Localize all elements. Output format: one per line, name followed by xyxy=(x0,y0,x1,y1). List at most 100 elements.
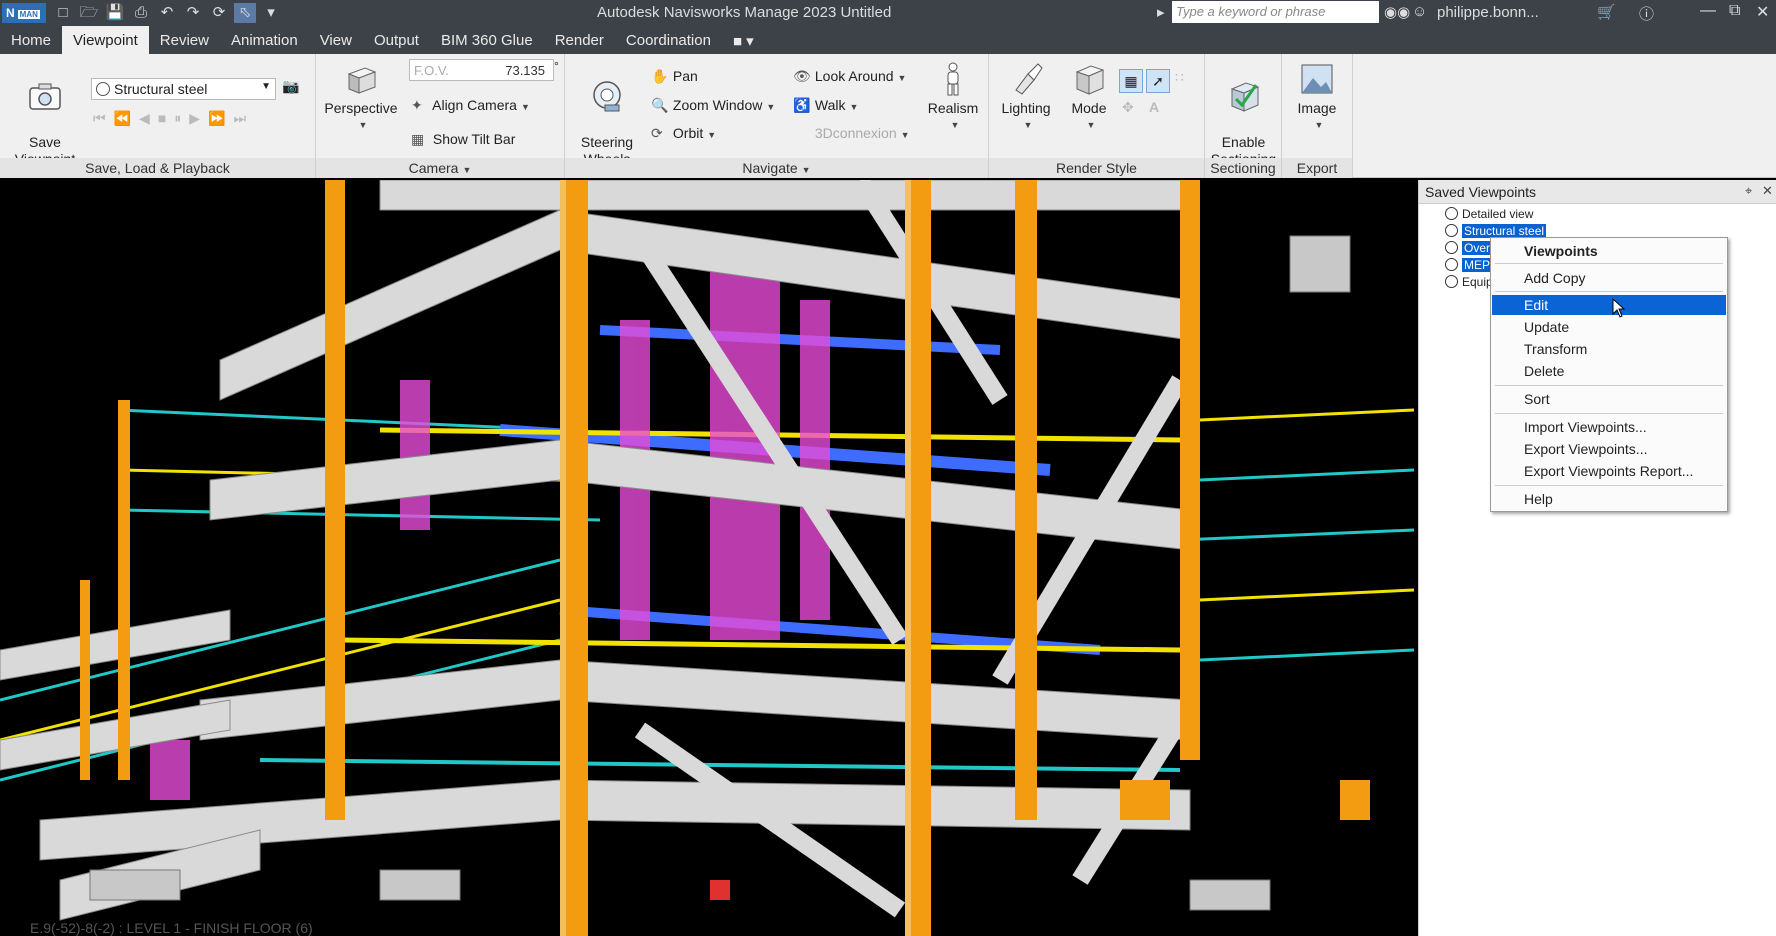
playback-controls: ⏮ ⏪ ◀ ■ ⏸ ▶ ⏩ ⏭ xyxy=(93,110,246,127)
3dconnexion-button[interactable]: 3Dconnexion ▼ xyxy=(793,125,910,141)
stop-icon[interactable]: ■ xyxy=(158,110,166,127)
save-icon[interactable]: 💾 xyxy=(104,3,126,23)
sectioning-icon xyxy=(1230,82,1259,112)
zoom-window-button[interactable]: 🔍 Zoom Window ▼ xyxy=(651,97,775,114)
select-cursor-icon[interactable]: ⬁ xyxy=(234,3,256,23)
menu-item-help[interactable]: Help xyxy=(1492,489,1726,509)
user-name[interactable]: philippe.bonn... xyxy=(1437,4,1539,21)
viewpoint-item-overall[interactable]: Over xyxy=(1445,241,1493,255)
open-folder-icon[interactable]: 🗁 xyxy=(78,3,100,23)
align-camera-button[interactable]: ✦ Align Camera ▼ xyxy=(411,97,530,114)
snap-points-icon[interactable]: ✥ xyxy=(1122,99,1134,116)
panel-title-camera[interactable]: Camera ▼ xyxy=(316,158,564,178)
tab-render[interactable]: Render xyxy=(544,26,615,54)
panel-title-navigate[interactable]: Navigate ▼ xyxy=(565,158,988,178)
menu-item-delete[interactable]: Delete xyxy=(1492,361,1726,381)
print-icon[interactable]: ⎙ xyxy=(130,3,152,23)
current-viewpoint-value: Structural steel xyxy=(114,81,208,97)
tab-home[interactable]: Home xyxy=(0,26,62,54)
pin-icon[interactable]: ⌖ xyxy=(1745,183,1752,199)
render-points-icon[interactable]: ∷ xyxy=(1175,69,1184,86)
app-logo[interactable]: N MAN xyxy=(2,3,46,23)
panel-sectioning: Enable Sectioning Sectioning xyxy=(1205,54,1282,178)
viewpoint-item-detailed-view[interactable]: Detailed view xyxy=(1445,207,1533,221)
walk-button[interactable]: ♿ Walk ▼ xyxy=(793,97,858,114)
minimize-icon[interactable]: — xyxy=(1700,2,1716,20)
play-icon[interactable]: ▶ xyxy=(189,110,200,127)
mode-button[interactable]: Mode ▼ xyxy=(1063,62,1115,134)
3d-viewport[interactable]: E.9(-52)-8(-2) : LEVEL 1 - FINISH FLOOR … xyxy=(0,180,1414,936)
render-line-icon[interactable]: ➚ xyxy=(1146,69,1170,93)
steering-wheel-icon xyxy=(593,81,621,112)
user-icon[interactable]: ☺ xyxy=(1412,3,1427,20)
menu-item-export-viewpoints[interactable]: Export Viewpoints... xyxy=(1492,439,1726,459)
realism-dropdown-icon: ▼ xyxy=(950,120,960,130)
viewpoint-label: Over xyxy=(1462,241,1493,255)
align-camera-label: Align Camera xyxy=(432,97,517,113)
tab-animation[interactable]: Animation xyxy=(220,26,309,54)
restore-icon[interactable]: ⧉ xyxy=(1729,2,1740,20)
viewpoint-item-structural-steel[interactable]: Structural steel xyxy=(1445,224,1547,238)
tilt-bar-icon: ▦ xyxy=(411,131,425,147)
menu-item-export-viewpoints-report[interactable]: Export Viewpoints Report... xyxy=(1492,461,1726,481)
new-file-icon[interactable]: □ xyxy=(52,3,74,23)
chevron-right-icon[interactable]: ▸ xyxy=(1157,3,1165,21)
refresh-icon[interactable]: ⟳ xyxy=(208,3,230,23)
context-menu-header: Viewpoints xyxy=(1524,243,1598,259)
enable-sectioning-button[interactable]: Enable Sectioning xyxy=(1207,62,1280,168)
last-frame-icon[interactable]: ⏭ xyxy=(234,110,247,127)
menu-item-transform[interactable]: Transform xyxy=(1492,339,1726,359)
render-full-icon[interactable]: ▦ xyxy=(1119,69,1143,93)
redo-icon[interactable]: ↷ xyxy=(182,3,204,23)
qat-customize-icon[interactable]: ▾ xyxy=(260,3,282,23)
tab-coordination[interactable]: Coordination xyxy=(615,26,722,54)
text-render-icon[interactable]: A xyxy=(1149,99,1159,115)
step-back-icon[interactable]: ⏪ xyxy=(114,110,131,127)
orbit-button[interactable]: ⟳ Orbit ▼ xyxy=(651,125,716,142)
cart-icon[interactable]: 🛒 xyxy=(1597,3,1616,21)
panel-title-sectioning: Sectioning xyxy=(1205,158,1281,178)
panel-camera: Perspective ▼ F.O.V. 73.135 ° ✦ Align Ca… xyxy=(316,54,565,178)
search-input[interactable]: Type a keyword or phrase xyxy=(1172,1,1379,23)
look-around-button[interactable]: 👁 Look Around ▼ xyxy=(793,68,906,85)
manage-viewpoints-icon[interactable]: 📷 xyxy=(282,78,299,95)
menu-item-update[interactable]: Update xyxy=(1492,317,1726,337)
viewpoint-item-mep[interactable]: MEP xyxy=(1445,258,1493,272)
tab-view[interactable]: View xyxy=(309,26,363,54)
image-label: Image xyxy=(1297,100,1337,116)
first-frame-icon[interactable]: ⏮ xyxy=(93,110,106,127)
binoculars-icon[interactable]: ◉◉ xyxy=(1384,3,1410,21)
play-reverse-icon[interactable]: ◀ xyxy=(139,110,150,127)
save-viewpoint-button[interactable]: Save Viewpoint xyxy=(6,62,84,168)
perspective-button[interactable]: Perspective ▼ xyxy=(324,62,398,134)
app-logo-letter: N xyxy=(6,6,15,20)
pan-button[interactable]: ✋ Pan xyxy=(651,68,698,85)
tab-extra-icon[interactable]: ■ ▾ xyxy=(722,26,765,54)
close-icon[interactable]: ✕ xyxy=(1756,2,1769,22)
viewpoint-item-equipment[interactable]: Equip xyxy=(1445,275,1493,289)
current-viewpoint-select[interactable]: Structural steel ▼ xyxy=(91,78,276,100)
panel-close-icon[interactable]: ✕ xyxy=(1762,183,1773,199)
step-forward-icon[interactable]: ⏩ xyxy=(208,110,225,127)
tab-viewpoint[interactable]: Viewpoint xyxy=(62,26,149,54)
menu-item-edit[interactable]: Edit xyxy=(1492,295,1726,315)
tab-output[interactable]: Output xyxy=(363,26,430,54)
menu-item-import-viewpoints[interactable]: Import Viewpoints... xyxy=(1492,417,1726,437)
show-tilt-bar-button[interactable]: ▦ Show Tilt Bar xyxy=(411,131,515,148)
status-text: E.9(-52)-8(-2) : LEVEL 1 - FINISH FLOOR … xyxy=(30,920,313,936)
window-title: Autodesk Navisworks Manage 2023 Untitled xyxy=(597,4,892,21)
undo-icon[interactable]: ↶ xyxy=(156,3,178,23)
realism-button[interactable]: Realism ▼ xyxy=(922,62,984,134)
menu-item-sort[interactable]: Sort xyxy=(1492,389,1726,409)
menu-separator xyxy=(1495,291,1723,292)
menu-item-add-copy[interactable]: Add Copy xyxy=(1492,268,1726,288)
fov-field[interactable]: F.O.V. 73.135 xyxy=(409,59,554,81)
help-icon[interactable]: ⓘ xyxy=(1639,3,1654,24)
pause-icon[interactable]: ⏸ xyxy=(174,110,181,127)
image-button[interactable]: Image ▼ xyxy=(1286,62,1348,134)
tab-review[interactable]: Review xyxy=(149,26,220,54)
orbit-label: Orbit xyxy=(672,125,704,141)
tab-bim360-glue[interactable]: BIM 360 Glue xyxy=(430,26,544,54)
lighting-button[interactable]: Lighting ▼ xyxy=(995,62,1057,134)
steering-wheels-button[interactable]: Steering Wheels xyxy=(569,62,645,168)
